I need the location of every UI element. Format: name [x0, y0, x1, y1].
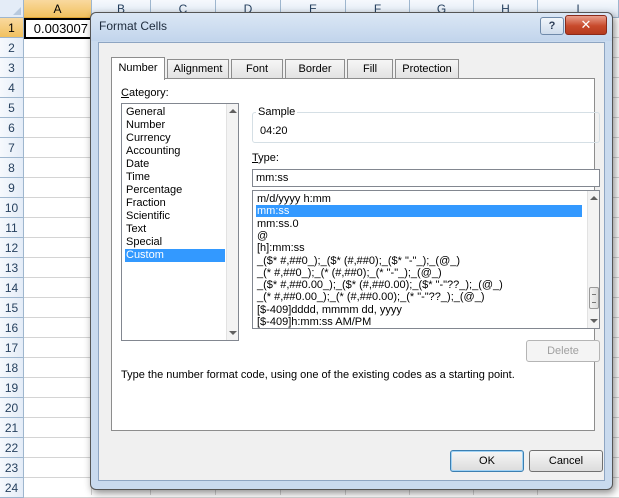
category-item-text[interactable]: Text [125, 223, 225, 236]
row-header-16[interactable]: 16 [0, 318, 24, 338]
row-header-5[interactable]: 5 [0, 98, 24, 118]
format-code-item[interactable]: [$-409]h:mm:ss AM/PM [256, 316, 582, 328]
row-header-17[interactable]: 17 [0, 338, 24, 358]
row-header-4[interactable]: 4 [0, 78, 24, 98]
category-item-number[interactable]: Number [125, 119, 225, 132]
dialog-titlebar[interactable]: Format Cells ? ✕ [91, 13, 612, 41]
sample-label: Sample [256, 106, 298, 118]
row-header-20[interactable]: 20 [0, 398, 24, 418]
row-header-6[interactable]: 6 [0, 118, 24, 138]
scroll-up-icon[interactable] [590, 196, 598, 200]
category-item-fraction[interactable]: Fraction [125, 197, 225, 210]
dialog-body: Number Alignment Font Border Fill Protection … [98, 42, 605, 481]
help-button[interactable]: ? [540, 17, 564, 35]
row-header-2[interactable]: 2 [0, 38, 24, 58]
row-header-19[interactable]: 19 [0, 378, 24, 398]
format-code-item[interactable]: @ [256, 230, 582, 242]
sample-value: 04:20 [260, 125, 288, 137]
scroll-up-icon[interactable] [229, 109, 237, 113]
category-item-date[interactable]: Date [125, 158, 225, 171]
format-description: Type the number format code, using one o… [121, 369, 515, 381]
format-cells-dialog: Format Cells ? ✕ Number Alignment Font Bord… [90, 12, 613, 490]
row-header-24[interactable]: 24 [0, 478, 24, 498]
row-header-10[interactable]: 10 [0, 198, 24, 218]
tab-alignment[interactable]: Alignment [167, 59, 229, 79]
row-header-11[interactable]: 11 [0, 218, 24, 238]
type-input[interactable]: mm:ss [252, 169, 600, 187]
row-header-14[interactable]: 14 [0, 278, 24, 298]
cancel-button[interactable]: Cancel [529, 450, 603, 472]
scroll-down-icon[interactable] [229, 331, 237, 335]
format-scrollbar[interactable] [587, 191, 599, 328]
format-code-item[interactable]: m/d/yyyy h:mm [256, 193, 582, 205]
row-header-23[interactable]: 23 [0, 458, 24, 478]
format-code-item[interactable]: _($* #,##0_);_($* (#,##0);_($* "-"_);_(@… [256, 255, 582, 267]
category-list[interactable]: General Number Currency Accounting Date Time P… [121, 103, 239, 341]
tab-protection[interactable]: Protection [395, 59, 459, 79]
row-header-13[interactable]: 13 [0, 258, 24, 278]
row-header-15[interactable]: 15 [0, 298, 24, 318]
row-header-1[interactable]: 1 [0, 18, 24, 38]
format-code-item[interactable]: _($* #,##0.00_);_($* (#,##0.00);_($* "-"… [256, 279, 582, 291]
tab-number[interactable]: Number [111, 57, 165, 80]
category-item-general[interactable]: General [125, 106, 225, 119]
format-code-item[interactable]: _(* #,##0_);_(* (#,##0);_(* "-"_);_(@_) [256, 267, 582, 279]
scroll-down-icon[interactable] [590, 319, 598, 323]
format-code-list[interactable]: m/d/yyyy h:mm mm:ss mm:ss.0 @ [h]:mm:ss _($* … [252, 190, 600, 329]
row-header-21[interactable]: 21 [0, 418, 24, 438]
format-code-item[interactable]: _(* #,##0.00_);_(* (#,##0.00);_(* "-"??_… [256, 291, 582, 303]
tab-fill[interactable]: Fill [347, 59, 393, 79]
number-tab-panel: Category: General Number Currency Accountin… [111, 78, 600, 431]
close-button[interactable]: ✕ [565, 15, 607, 35]
type-label: Type: [252, 152, 279, 164]
category-item-scientific[interactable]: Scientific [125, 210, 225, 223]
ok-button[interactable]: OK [450, 450, 524, 472]
category-item-percentage[interactable]: Percentage [125, 184, 225, 197]
category-item-special[interactable]: Special [125, 236, 225, 249]
row-header-12[interactable]: 12 [0, 238, 24, 258]
format-code-item[interactable]: mm:ss.0 [256, 218, 582, 230]
select-all-corner[interactable] [0, 0, 24, 18]
cell-a1[interactable]: 0.003007 [24, 18, 92, 39]
row-header-18[interactable]: 18 [0, 358, 24, 378]
format-code-item[interactable]: [$-409]dddd, mmmm dd, yyyy [256, 304, 582, 316]
category-item-accounting[interactable]: Accounting [125, 145, 225, 158]
dialog-title: Format Cells [99, 19, 168, 33]
row-header-3[interactable]: 3 [0, 58, 24, 78]
tab-border[interactable]: Border [285, 59, 345, 79]
format-code-item[interactable]: mm:ss [256, 205, 582, 218]
delete-button[interactable]: Delete [526, 340, 600, 362]
category-item-currency[interactable]: Currency [125, 132, 225, 145]
sample-group: 04:20 [252, 112, 600, 143]
category-item-time[interactable]: Time [125, 171, 225, 184]
format-code-item[interactable]: [h]:mm:ss [256, 242, 582, 254]
scroll-thumb[interactable] [589, 287, 599, 309]
row-header-22[interactable]: 22 [0, 438, 24, 458]
row-header-7[interactable]: 7 [0, 138, 24, 158]
category-item-custom[interactable]: Custom [125, 249, 225, 262]
row-header-9[interactable]: 9 [0, 178, 24, 198]
row-header-8[interactable]: 8 [0, 158, 24, 178]
category-scrollbar[interactable] [226, 104, 238, 340]
category-label: Category: [121, 87, 169, 99]
column-header-a[interactable]: A [24, 0, 92, 18]
tab-font[interactable]: Font [231, 59, 283, 79]
